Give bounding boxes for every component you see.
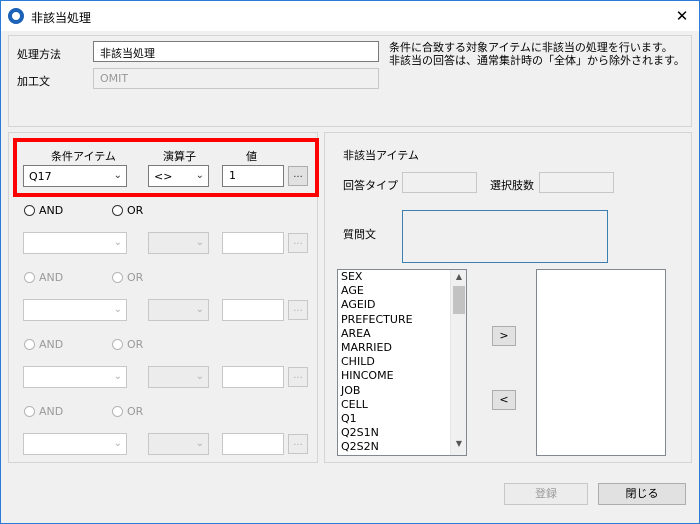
and-radio-3[interactable] — [24, 339, 35, 350]
list-item[interactable]: SEX — [338, 270, 466, 284]
top-panel: 処理方法 非該当処理 加工文 OMIT 条件に合致する対象アイテムに非該当の処理… — [8, 35, 692, 127]
window-title: 非該当処理 — [31, 11, 92, 25]
logic-row-3-or: OR — [112, 338, 143, 351]
question-label: 質問文 — [343, 228, 376, 241]
add-item-button[interactable]: > — [492, 326, 516, 346]
list-item[interactable]: CELL — [338, 398, 466, 412]
chevron-down-icon: ⌄ — [113, 371, 122, 382]
logic-row-1: AND — [24, 204, 63, 217]
item-section-title: 非該当アイテム — [343, 149, 419, 162]
scroll-down-icon[interactable]: ▼ — [451, 439, 466, 453]
list-item[interactable]: MARRIED — [338, 341, 466, 355]
app-icon — [8, 8, 24, 24]
logic-row-4: AND — [24, 405, 63, 418]
operator-select-3[interactable]: ⌄ — [148, 299, 209, 321]
chevron-down-icon: ⌄ — [195, 237, 204, 248]
scroll-thumb[interactable] — [453, 286, 465, 314]
and-label-4: AND — [39, 405, 64, 418]
chevron-down-icon: ⌄ — [195, 304, 204, 315]
or-label-3: OR — [127, 338, 144, 351]
choice-count-field — [539, 172, 614, 193]
and-label-2: AND — [39, 271, 64, 284]
or-radio-3[interactable] — [112, 339, 123, 350]
or-label-1: OR — [127, 204, 144, 217]
and-radio-1[interactable] — [24, 205, 35, 216]
answer-type-field — [402, 172, 477, 193]
title-bar: 非該当処理 ✕ — [1, 1, 699, 31]
logic-row-2: AND — [24, 271, 63, 284]
close-icon[interactable]: ✕ — [673, 7, 691, 25]
process-method-field[interactable]: 非該当処理 — [93, 41, 379, 62]
value-input-3[interactable] — [222, 299, 284, 321]
value-input-4[interactable] — [222, 366, 284, 388]
close-button[interactable]: 閉じる — [598, 483, 686, 505]
chevron-down-icon: ⌄ — [195, 371, 204, 382]
logic-row-3: AND — [24, 338, 63, 351]
list-item[interactable]: HINCOME — [338, 369, 466, 383]
process-method-label: 処理方法 — [17, 48, 61, 61]
list-item[interactable]: Q2S2N — [338, 440, 466, 454]
dialog-window: 非該当処理 ✕ 処理方法 非該当処理 加工文 OMIT 条件に合致する対象アイテ… — [0, 0, 700, 524]
register-button[interactable]: 登録 — [504, 483, 588, 505]
chevron-down-icon: ⌄ — [113, 438, 122, 449]
list-items: SEX AGE AGEID PREFECTURE AREA MARRIED CHILD HIN… — [338, 270, 466, 454]
condition-item-select-3[interactable]: ⌄ — [23, 299, 127, 321]
chevron-down-icon: ⌄ — [195, 438, 204, 449]
description-line-1: 条件に合致する対象アイテムに非該当の処理を行います。 — [389, 41, 673, 54]
logic-row-2-or: OR — [112, 271, 143, 284]
or-radio-4[interactable] — [112, 406, 123, 417]
ellipsis-button-3[interactable]: ... — [288, 300, 308, 320]
and-label-3: AND — [39, 338, 64, 351]
list-item[interactable]: AGE — [338, 284, 466, 298]
chevron-down-icon: ⌄ — [113, 237, 122, 248]
list-item[interactable]: AREA — [338, 327, 466, 341]
description-line-2: 非該当の回答は、通常集計時の「全体」から除外されます。 — [389, 54, 685, 67]
condition-item-select-2[interactable]: ⌄ — [23, 232, 127, 254]
list-item[interactable]: JOB — [338, 384, 466, 398]
ellipsis-button-5[interactable]: ... — [288, 434, 308, 454]
chevron-down-icon: ⌄ — [113, 304, 122, 315]
description-text: 条件に合致する対象アイテムに非該当の処理を行います。 非該当の回答は、通常集計時… — [389, 41, 685, 67]
operator-select-4[interactable]: ⌄ — [148, 366, 209, 388]
highlight-box — [13, 138, 319, 197]
list-item[interactable]: Q2S1N — [338, 426, 466, 440]
answer-type-label: 回答タイプ — [343, 179, 398, 192]
or-label-4: OR — [127, 405, 144, 418]
remove-item-button[interactable]: < — [492, 390, 516, 410]
logic-row-4-or: OR — [112, 405, 143, 418]
and-radio-4[interactable] — [24, 406, 35, 417]
selected-item-listbox[interactable] — [536, 269, 666, 456]
ellipsis-button-2[interactable]: ... — [288, 233, 308, 253]
operator-select-5[interactable]: ⌄ — [148, 433, 209, 455]
condition-item-select-4[interactable]: ⌄ — [23, 366, 127, 388]
list-item[interactable]: AGEID — [338, 298, 466, 312]
value-input-2[interactable] — [222, 232, 284, 254]
list-item[interactable]: PREFECTURE — [338, 313, 466, 327]
and-radio-2[interactable] — [24, 272, 35, 283]
condition-item-select-5[interactable]: ⌄ — [23, 433, 127, 455]
or-radio-1[interactable] — [112, 205, 123, 216]
list-item[interactable]: CHILD — [338, 355, 466, 369]
or-radio-2[interactable] — [112, 272, 123, 283]
kakou-field[interactable]: OMIT — [93, 68, 379, 89]
scroll-up-icon[interactable]: ▲ — [451, 272, 466, 286]
list-scrollbar[interactable]: ▲ ▼ — [450, 270, 466, 455]
question-text-field — [402, 210, 608, 263]
kakou-label: 加工文 — [17, 75, 50, 88]
choice-count-label: 選択肢数 — [490, 179, 534, 192]
list-item[interactable]: Q1 — [338, 412, 466, 426]
or-label-2: OR — [127, 271, 144, 284]
value-input-5[interactable] — [222, 433, 284, 455]
and-label-1: AND — [39, 204, 64, 217]
item-listbox[interactable]: SEX AGE AGEID PREFECTURE AREA MARRIED CHILD HIN… — [337, 269, 467, 456]
logic-row-1-or: OR — [112, 204, 143, 217]
operator-select-2[interactable]: ⌄ — [148, 232, 209, 254]
ellipsis-button-4[interactable]: ... — [288, 367, 308, 387]
